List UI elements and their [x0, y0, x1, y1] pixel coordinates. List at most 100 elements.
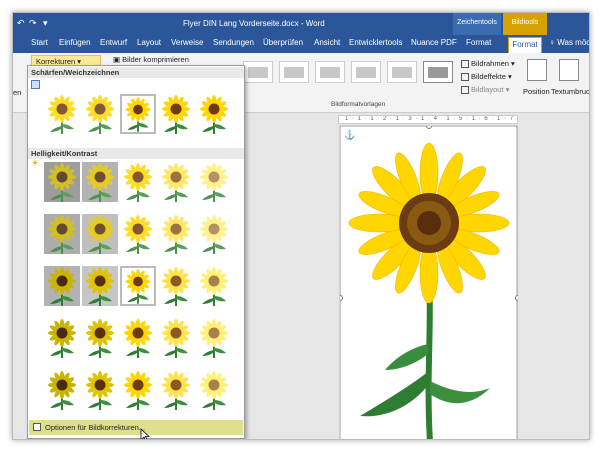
brightness-contrast-option[interactable] [44, 214, 80, 254]
position-icon[interactable] [527, 59, 547, 81]
brightness-contrast-option[interactable] [82, 370, 118, 410]
sharpen-option[interactable] [158, 94, 194, 134]
sunflower-thumbnail-icon [122, 268, 154, 304]
lightbulb-icon: ♀ [549, 38, 558, 47]
brightness-contrast-option[interactable] [196, 318, 232, 358]
tell-me-search[interactable]: ♀ Was möcht [549, 38, 589, 47]
tab-layout[interactable]: Layout [137, 38, 161, 47]
style-preview [356, 67, 376, 78]
brightness-contrast-option[interactable] [158, 266, 194, 306]
brightness-contrast-option[interactable] [158, 370, 194, 410]
brightness-contrast-option[interactable] [82, 318, 118, 358]
flower-stem [360, 275, 490, 439]
brightness-contrast-option[interactable] [44, 266, 80, 306]
style-preview [248, 67, 268, 78]
context-tab-zeichentools: Zeichentools [453, 13, 501, 35]
options-icon [33, 423, 41, 431]
context-tab-bildtools: Bildtools [503, 13, 547, 35]
compress-pictures-button[interactable]: ▣ Bilder komprimieren [113, 55, 189, 64]
brightness-contrast-option[interactable] [196, 266, 232, 306]
tab-sendungen[interactable]: Sendungen [213, 38, 254, 47]
sunflower-thumbnail-icon [196, 266, 232, 306]
truncated-group-label: en [13, 88, 22, 97]
picture-style-6[interactable] [423, 61, 453, 83]
picture-layout-icon [461, 86, 469, 95]
sharpen-option[interactable] [196, 94, 232, 134]
brightness-contrast-option[interactable] [44, 318, 80, 358]
bildrahmen-button[interactable]: Bildrahmen ▾ [461, 59, 515, 69]
tab-format-bildtools[interactable]: Format [508, 37, 542, 53]
picture-corrections-options[interactable]: Optionen für Bildkorrekturen... [29, 420, 243, 435]
sharpen-icon [31, 80, 40, 89]
brightness-contrast-option[interactable] [120, 266, 156, 306]
tab-ueberpruefen[interactable]: Überprüfen [263, 38, 303, 47]
picture-style-3[interactable] [315, 61, 345, 83]
picture-style-1[interactable] [243, 61, 273, 83]
sunflower-thumbnail-icon [196, 318, 232, 358]
brightness-contrast-option[interactable] [196, 370, 232, 410]
sunflower-thumbnail-icon [44, 214, 80, 254]
position-button[interactable]: Position [523, 87, 550, 96]
brightness-contrast-option[interactable] [158, 162, 194, 202]
sharpen-option[interactable] [120, 94, 156, 134]
sunflower-thumbnail-icon [120, 162, 156, 202]
sunflower-thumbnail-icon [44, 94, 80, 134]
brightness-contrast-option[interactable] [158, 214, 194, 254]
sunflower-thumbnail-icon [122, 96, 154, 132]
resize-handle[interactable] [337, 295, 343, 301]
redo-icon[interactable]: ↷ [29, 18, 37, 29]
section-sharpen-soften: Schärfen/Weichzeichnen [28, 67, 244, 78]
tab-verweise[interactable]: Verweise [171, 38, 203, 47]
horizontal-ruler[interactable]: 1 · 1 · 1 · 2 · 1 · 3 · 1 · 4 · 1 · 5 · … [338, 115, 518, 124]
bildeffekte-button[interactable]: Bildeffekte ▾ [461, 72, 512, 82]
sunflower-image[interactable] [337, 123, 521, 440]
sunflower-thumbnail-icon [158, 214, 194, 254]
brightness-contrast-option[interactable] [196, 162, 232, 202]
sunflower-thumbnail-icon [82, 370, 118, 410]
textumbruch-button[interactable]: Textumbruch [551, 87, 589, 96]
tab-start[interactable]: Start [31, 38, 48, 47]
sunflower-thumbnail-icon [44, 318, 80, 358]
brightness-contrast-option[interactable] [82, 162, 118, 202]
sunflower-thumbnail-icon [82, 214, 118, 254]
brightness-contrast-option[interactable] [120, 214, 156, 254]
tab-format-zeichentools[interactable]: Format [466, 38, 491, 47]
tab-ansicht[interactable]: Ansicht [314, 38, 340, 47]
sunflower-thumbnail-icon [82, 318, 118, 358]
brightness-contrast-option[interactable] [44, 162, 80, 202]
sunflower-thumbnail-icon [158, 370, 194, 410]
picture-effects-icon [461, 73, 469, 82]
resize-handle[interactable] [515, 295, 521, 301]
picture-style-4[interactable] [351, 61, 381, 83]
bildlayout-button[interactable]: Bildlayout ▾ [461, 85, 509, 95]
sharpen-option[interactable] [44, 94, 80, 134]
sunflower-thumbnail-icon [82, 94, 118, 134]
tab-einfuegen[interactable]: Einfügen [59, 38, 91, 47]
brightness-contrast-option[interactable] [196, 214, 232, 254]
picture-border-icon [461, 60, 469, 69]
brightness-contrast-option[interactable] [120, 370, 156, 410]
quick-access-dropdown-icon[interactable]: ▾ [43, 18, 48, 29]
undo-icon[interactable]: ↶ [17, 18, 25, 29]
picture-style-5[interactable] [387, 61, 417, 83]
sunflower-thumbnail-icon [120, 370, 156, 410]
picture-style-2[interactable] [279, 61, 309, 83]
brightness-contrast-option[interactable] [120, 162, 156, 202]
wrap-text-icon[interactable] [559, 59, 579, 81]
brightness-contrast-option[interactable] [82, 214, 118, 254]
style-preview [428, 67, 448, 78]
tab-entwurf[interactable]: Entwurf [100, 38, 127, 47]
sharpen-option[interactable] [82, 94, 118, 134]
title-bar: ↶ ↷ ▾ Flyer DIN Lang Vorderseite.docx - … [13, 13, 589, 35]
brightness-contrast-option[interactable] [158, 318, 194, 358]
brightness-contrast-option[interactable] [82, 266, 118, 306]
brightness-contrast-option[interactable] [120, 318, 156, 358]
style-preview [392, 67, 412, 78]
resize-handle[interactable] [426, 123, 432, 129]
brightness-contrast-option[interactable] [44, 370, 80, 410]
tab-nuance-pdf[interactable]: Nuance PDF [411, 38, 457, 47]
section-brightness-contrast: Helligkeit/Kontrast [28, 148, 244, 159]
sunflower-thumbnail-icon [196, 162, 232, 202]
brightness-icon: ☀ [31, 158, 40, 168]
tab-entwicklertools[interactable]: Entwicklertools [349, 38, 402, 47]
